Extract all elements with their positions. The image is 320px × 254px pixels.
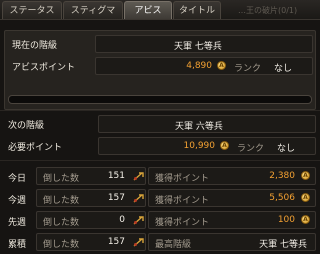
current-rank-value: 天軍 七等兵 [174, 42, 222, 52]
earned-label: 獲得ポイント [155, 174, 210, 184]
required-points-value: 10,990 [183, 141, 216, 151]
current-rank-word: ランク [234, 64, 262, 74]
earned-label: 獲得ポイント [155, 218, 210, 228]
earned-value: 5,506 [269, 193, 295, 203]
kill-count-icon [133, 194, 144, 203]
kills-value: 157 [107, 193, 125, 203]
required-points-label: 必要ポイント [8, 143, 63, 153]
earned-box: 獲得ポイント 100 A [148, 211, 316, 229]
current-rank-none: なし [274, 64, 293, 74]
kills-value: 157 [107, 237, 125, 247]
abyss-points-label: アビスポイント [12, 63, 76, 73]
period-label: 今週 [8, 196, 27, 206]
earned-box: 獲得ポイント 5,506 A [148, 189, 316, 207]
kills-label: 倒した数 [43, 240, 80, 250]
tab-abyss[interactable]: アビス [124, 1, 172, 19]
kills-label: 倒した数 [43, 174, 80, 184]
period-label: 先週 [8, 218, 27, 228]
earned-value: 100 [277, 215, 295, 225]
abyss-point-coin-icon: A [301, 171, 310, 180]
tab-status[interactable]: ステータス [2, 1, 62, 19]
kills-value: 151 [107, 171, 125, 181]
abyss-point-coin-icon: A [217, 61, 226, 70]
highest-rank-box: 最高階級 天軍 七等兵 [148, 233, 316, 251]
kill-count-icon [133, 216, 144, 225]
kills-box: 倒した数 0 [36, 211, 146, 229]
abyss-point-coin-icon: A [220, 141, 229, 150]
abyss-point-coin-icon: A [301, 193, 310, 202]
kills-box: 倒した数 157 [36, 233, 146, 251]
kills-label: 倒した数 [43, 196, 80, 206]
kill-count-icon [133, 172, 144, 181]
kills-label: 倒した数 [43, 218, 80, 228]
tab-bar: ステータス スティグマ アビス タイトル …王の破片(0/1) [0, 0, 320, 20]
abyss-points-value: 4,890 [186, 61, 212, 71]
highest-rank-value: 天軍 七等兵 [259, 240, 307, 250]
kill-count-icon [133, 238, 144, 247]
earned-box: 獲得ポイント 2,380 A [148, 167, 316, 185]
next-rank-value: 天軍 六等兵 [175, 122, 223, 132]
tab-stigma[interactable]: スティグマ [63, 1, 123, 19]
current-rank-box: 天軍 七等兵 [95, 35, 313, 53]
period-label: 累積 [8, 240, 27, 250]
earned-value: 2,380 [269, 171, 295, 181]
earned-label: 獲得ポイント [155, 196, 210, 206]
required-points-box: 10,990 A ランク なし [98, 137, 316, 155]
current-rank-label: 現在の階級 [12, 41, 58, 51]
abyss-points-box: 4,890 A ランク なし [95, 57, 313, 75]
next-rank-box: 天軍 六等兵 [98, 115, 316, 133]
next-rank-word: ランク [237, 144, 265, 154]
tab-title[interactable]: タイトル [173, 1, 221, 19]
background-quest-text: …王の破片(0/1) [238, 6, 298, 15]
kills-box: 倒した数 157 [36, 189, 146, 207]
abyss-point-coin-icon: A [301, 215, 310, 224]
next-rank-none: なし [277, 144, 296, 154]
kills-box: 倒した数 151 [36, 167, 146, 185]
highest-rank-label: 最高階級 [155, 240, 192, 250]
abyss-progress-bar [8, 95, 312, 104]
period-label: 今日 [8, 174, 27, 184]
kills-value: 0 [119, 215, 125, 225]
divider [0, 110, 320, 111]
divider [0, 160, 320, 161]
next-rank-label: 次の階級 [8, 121, 45, 131]
